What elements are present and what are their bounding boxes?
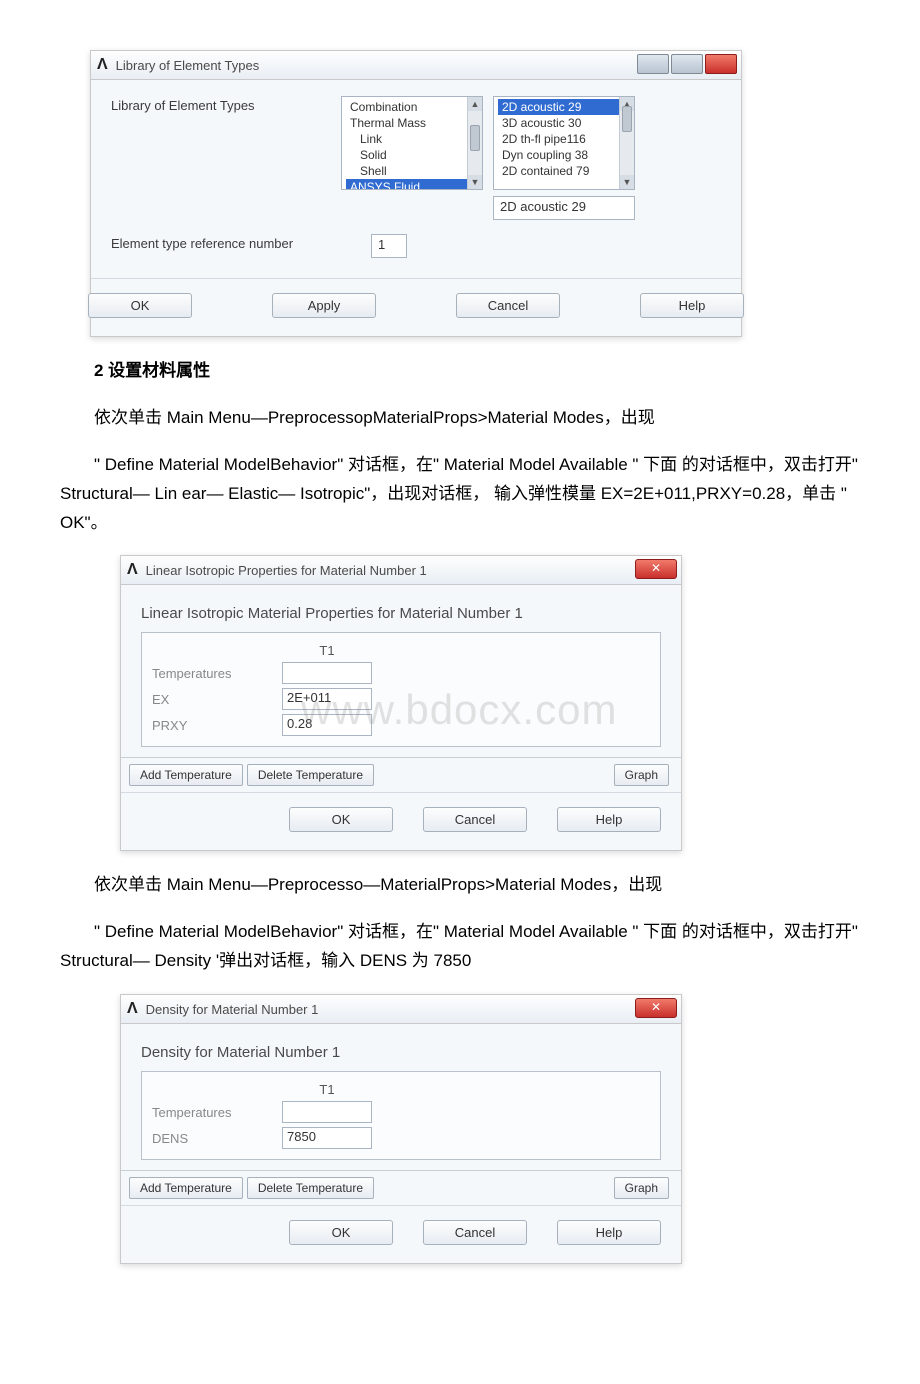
- ok-button[interactable]: OK: [88, 293, 192, 318]
- cancel-button[interactable]: Cancel: [423, 807, 527, 832]
- dialog-density: Λ Density for Material Number 1 ✕ Densit…: [120, 994, 682, 1264]
- cancel-button[interactable]: Cancel: [456, 293, 560, 318]
- dialog-subtitle: Linear Isotropic Material Properties for…: [141, 605, 661, 622]
- graph-button[interactable]: Graph: [614, 764, 669, 786]
- dialog-linear-isotropic: www.bdocx.com Λ Linear Isotropic Propert…: [120, 555, 682, 851]
- scrollbar[interactable]: ▲ ▼: [467, 97, 482, 189]
- list-item[interactable]: Shell: [346, 163, 478, 179]
- delete-temperature-button[interactable]: Delete Temperature: [247, 764, 374, 786]
- add-temperature-button[interactable]: Add Temperature: [129, 764, 243, 786]
- cancel-button[interactable]: Cancel: [423, 1220, 527, 1245]
- column-header: T1: [282, 643, 372, 658]
- table-row: Temperatures: [152, 662, 650, 684]
- title-text: Linear Isotropic Properties for Material…: [146, 563, 427, 578]
- element-subtype-list[interactable]: 2D acoustic 29 3D acoustic 30 2D th-fl p…: [493, 96, 635, 190]
- list-item[interactable]: 2D th-fl pipe116: [498, 131, 630, 147]
- ex-input[interactable]: 2E+011: [282, 688, 372, 710]
- scroll-down-icon[interactable]: ▼: [620, 175, 634, 189]
- apply-button[interactable]: Apply: [272, 293, 376, 318]
- titlebar: Λ Density for Material Number 1 ✕: [121, 995, 681, 1024]
- ok-button[interactable]: OK: [289, 807, 393, 832]
- list-item[interactable]: 2D acoustic 29: [498, 99, 630, 115]
- title-text: Density for Material Number 1: [146, 1002, 319, 1017]
- column-header: T1: [282, 1082, 372, 1097]
- table-row: Temperatures: [152, 1101, 650, 1123]
- scroll-down-icon[interactable]: ▼: [468, 175, 482, 189]
- ok-button[interactable]: OK: [289, 1220, 393, 1245]
- list-item[interactable]: ANSYS Fluid: [346, 179, 478, 190]
- paragraph: " Define Material ModelBehavior" 对话框，在" …: [60, 918, 860, 976]
- paragraph: 依次单击 Main Menu—PreprocessopMaterialProps…: [60, 404, 860, 433]
- dens-input[interactable]: 7850: [282, 1127, 372, 1149]
- table-row: EX 2E+011: [152, 688, 650, 710]
- table-row: PRXY 0.28: [152, 714, 650, 736]
- list-item[interactable]: 3D acoustic 30: [498, 115, 630, 131]
- label-ref-number: Element type reference number: [111, 234, 371, 251]
- row-label: Temperatures: [152, 666, 282, 681]
- list-item[interactable]: Solid: [346, 147, 478, 163]
- temperature-input[interactable]: [282, 662, 372, 684]
- dialog-element-types: Λ Library of Element Types Library of El…: [90, 50, 742, 337]
- minimize-button[interactable]: [637, 54, 669, 74]
- row-label: Temperatures: [152, 1105, 282, 1120]
- list-item[interactable]: Thermal Mass: [346, 115, 478, 131]
- maximize-button[interactable]: [671, 54, 703, 74]
- close-button[interactable]: ✕: [635, 559, 677, 579]
- list-item[interactable]: Combination: [346, 99, 478, 115]
- list-item[interactable]: 2D contained 79: [498, 163, 630, 179]
- titlebar: Λ Linear Isotropic Properties for Materi…: [121, 556, 681, 585]
- graph-button[interactable]: Graph: [614, 1177, 669, 1199]
- temperature-input[interactable]: [282, 1101, 372, 1123]
- close-button[interactable]: [705, 54, 737, 74]
- ansys-logo-icon: Λ: [127, 1000, 140, 1018]
- scroll-up-icon[interactable]: ▲: [468, 97, 482, 111]
- titlebar: Λ Library of Element Types: [91, 51, 741, 80]
- row-label: PRXY: [152, 718, 282, 733]
- heading-material-props: 2 设置材料属性: [60, 357, 860, 386]
- table-row: DENS 7850: [152, 1127, 650, 1149]
- label-library: Library of Element Types: [111, 96, 341, 113]
- ansys-logo-icon: Λ: [97, 56, 110, 74]
- scroll-thumb[interactable]: [622, 106, 632, 132]
- window-controls: [637, 54, 737, 74]
- help-button[interactable]: Help: [557, 807, 661, 832]
- add-temperature-button[interactable]: Add Temperature: [129, 1177, 243, 1199]
- list-item[interactable]: Link: [346, 131, 478, 147]
- row-label: EX: [152, 692, 282, 707]
- help-button[interactable]: Help: [640, 293, 744, 318]
- row-label: DENS: [152, 1131, 282, 1146]
- title-text: Library of Element Types: [116, 58, 260, 73]
- selected-element-display: 2D acoustic 29: [493, 196, 635, 220]
- ansys-logo-icon: Λ: [127, 561, 140, 579]
- help-button[interactable]: Help: [557, 1220, 661, 1245]
- list-item[interactable]: Dyn coupling 38: [498, 147, 630, 163]
- paragraph: 依次单击 Main Menu—Preprocesso—MaterialProps…: [60, 871, 860, 900]
- scroll-thumb[interactable]: [470, 125, 480, 151]
- delete-temperature-button[interactable]: Delete Temperature: [247, 1177, 374, 1199]
- scrollbar[interactable]: ▲ ▼: [619, 97, 634, 189]
- close-button[interactable]: ✕: [635, 998, 677, 1018]
- element-category-list[interactable]: Combination Thermal Mass Link Solid Shel…: [341, 96, 483, 190]
- ref-number-input[interactable]: 1: [371, 234, 407, 258]
- paragraph: " Define Material ModelBehavior" 对话框，在" …: [60, 451, 860, 538]
- dialog-subtitle: Density for Material Number 1: [141, 1044, 661, 1061]
- prxy-input[interactable]: 0.28: [282, 714, 372, 736]
